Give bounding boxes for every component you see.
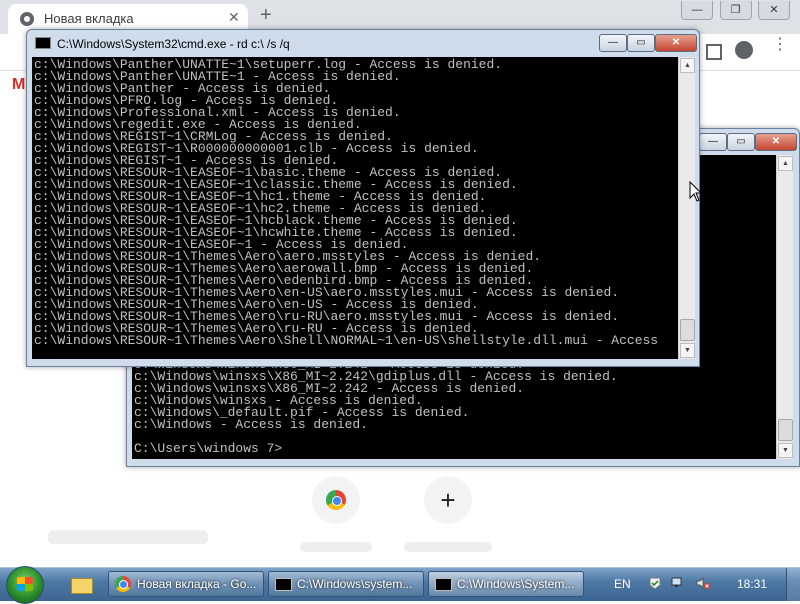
language-indicator[interactable]: EN — [614, 577, 631, 591]
profile-icon[interactable] — [735, 41, 753, 59]
ntp-shortcut-chrome[interactable] — [312, 476, 360, 524]
maximize-button[interactable]: ▭ — [627, 34, 655, 52]
ntp-shortcut-label — [300, 542, 372, 552]
chrome-icon — [326, 490, 346, 510]
browser-window-controls: — ❐ ✕ — [679, 0, 790, 20]
console-line: c:\Windows - Access is denied. — [134, 417, 369, 432]
new-tab-button[interactable]: + — [260, 5, 272, 25]
close-button[interactable]: ✕ — [655, 34, 697, 52]
minimize-button[interactable]: — — [681, 1, 714, 20]
gmail-icon[interactable]: M — [12, 76, 25, 94]
action-center-icon[interactable] — [648, 576, 662, 590]
console-output-front[interactable]: c:\Windows\Panther\UNATTE~1\setuperr.log… — [32, 57, 678, 359]
browser-tab-title: Новая вкладка — [44, 11, 134, 26]
cmd-icon — [35, 37, 51, 49]
scroll-down-arrow-icon[interactable]: ▼ — [778, 443, 793, 458]
taskbar-button-cmd-1[interactable]: C:\Windows\system... — [268, 571, 424, 597]
taskbar-button-label: C:\Windows\system... — [297, 577, 413, 591]
close-tab-icon[interactable]: ✕ — [228, 9, 240, 26]
restore-button[interactable]: ❐ — [719, 1, 752, 20]
network-icon[interactable] — [671, 576, 685, 590]
taskbar: Новая вкладка - Go... C:\Windows\system.… — [0, 566, 800, 604]
console-prompt[interactable]: C:\Users\windows 7> — [134, 442, 618, 455]
plus-icon: + — [440, 485, 456, 515]
minimize-button[interactable]: — — [699, 133, 727, 151]
side-panel-icon[interactable] — [706, 44, 722, 60]
scroll-up-arrow-icon[interactable]: ▲ — [680, 58, 695, 73]
vertical-scrollbar[interactable]: ▲ ▼ — [678, 57, 695, 359]
scroll-down-arrow-icon[interactable]: ▼ — [680, 343, 695, 358]
chrome-icon — [115, 576, 131, 592]
ntp-customize-label — [48, 530, 208, 544]
close-button[interactable]: ✕ — [755, 133, 797, 151]
ntp-add-shortcut[interactable]: + — [424, 476, 472, 524]
minimize-button[interactable]: — — [599, 34, 627, 52]
chrome-tab-icon — [20, 12, 34, 26]
taskbar-button-label: C:\Windows\System... — [457, 577, 575, 591]
maximize-button[interactable]: ▭ — [727, 133, 755, 151]
cmd-icon — [275, 578, 292, 591]
explorer-folder-icon[interactable] — [68, 573, 94, 595]
mouse-cursor-icon — [689, 181, 701, 202]
clock[interactable]: 18:31 — [737, 577, 767, 591]
cmd-window-front[interactable]: C:\Windows\System32\cmd.exe - rd c:\ /s … — [26, 29, 700, 367]
menu-dots-icon[interactable]: ⋮ — [772, 37, 788, 58]
scroll-thumb[interactable] — [778, 419, 793, 441]
taskbar-button-cmd-2[interactable]: C:\Windows\System... — [428, 571, 584, 597]
close-button[interactable]: ✕ — [758, 1, 790, 20]
vertical-scrollbar[interactable]: ▲ ▼ — [776, 155, 793, 459]
volume-muted-icon[interactable] — [696, 576, 710, 590]
console-line: c:\Windows\RESOUR~1\Themes\Aero\Shell\NO… — [34, 333, 659, 348]
show-desktop-button[interactable] — [786, 568, 800, 601]
taskbar-button-chrome[interactable]: Новая вкладка - Go... — [108, 571, 264, 597]
scroll-up-arrow-icon[interactable]: ▲ — [778, 156, 793, 171]
ntp-shortcut-label — [404, 542, 492, 552]
window-title: C:\Windows\System32\cmd.exe - rd c:\ /s … — [35, 37, 290, 51]
taskbar-button-label: Новая вкладка - Go... — [137, 577, 257, 591]
cmd-icon — [435, 578, 452, 591]
scroll-thumb[interactable] — [680, 319, 695, 341]
start-button[interactable] — [6, 566, 44, 604]
